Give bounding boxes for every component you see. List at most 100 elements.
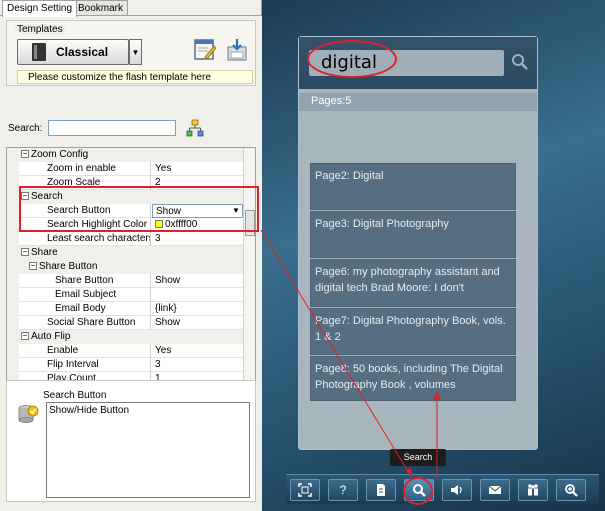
sound-button[interactable] [442, 479, 472, 501]
zoom-in-button[interactable] [556, 479, 586, 501]
property-value[interactable]: Yes [152, 162, 243, 176]
search-icon[interactable] [511, 53, 529, 71]
property-grid-scrollbar[interactable] [243, 148, 255, 388]
property-category-row[interactable]: − Share [7, 246, 243, 260]
property-value[interactable]: {link} [152, 302, 243, 316]
fit-screen-button[interactable] [290, 479, 320, 501]
property-value[interactable]: Show [152, 316, 243, 330]
search-result-3[interactable]: Page6: my photography assistant and digi… [310, 259, 516, 307]
property-search-input[interactable] [48, 120, 176, 136]
fit-icon [298, 483, 312, 497]
property-value-text: Yes [155, 345, 172, 356]
row-gutter [7, 358, 19, 372]
template-dropdown-button[interactable]: ▼ [129, 39, 142, 65]
share-button[interactable] [518, 479, 548, 501]
template-note: Please customize the flash template here [17, 70, 253, 84]
property-description-panel: Search Button Show/Hide Button [6, 380, 256, 502]
row-gutter [7, 316, 19, 330]
property-row[interactable]: Enable Yes [7, 344, 243, 358]
property-label: Flip Interval [47, 359, 99, 370]
property-value[interactable]: Show [152, 274, 243, 288]
property-label: Share Button [39, 261, 98, 272]
collapse-icon[interactable]: − [21, 248, 29, 257]
collapse-icon[interactable]: − [21, 332, 29, 341]
row-gutter [7, 162, 19, 176]
template-button[interactable]: Classical [17, 39, 129, 65]
search-button-highlight-ellipse [403, 477, 433, 505]
property-label: Share Button [55, 275, 114, 286]
row-gutter [7, 330, 19, 344]
property-name: Email Body [19, 302, 151, 316]
property-value[interactable]: Yes [152, 344, 243, 358]
highlight-rectangle [19, 186, 259, 232]
property-name: Flip Interval [19, 358, 151, 372]
property-value[interactable]: 3 [152, 232, 243, 246]
property-grid: Auto flip when start upNoPlay Count1Flip… [6, 147, 256, 389]
database-check-icon [18, 405, 39, 423]
search-result-5[interactable]: Page8: 50 books, including The Digital P… [310, 356, 516, 401]
property-row[interactable]: Email Subject [7, 288, 243, 302]
tab-bookmark[interactable]: Bookmark [73, 0, 129, 16]
property-name: − Zoom Config [19, 148, 243, 162]
property-name: − Share Button [19, 260, 243, 274]
people-icon [528, 484, 538, 496]
pages-count: Pages:5 [299, 93, 537, 111]
property-label: Share [31, 247, 58, 258]
edit-template-icon[interactable] [193, 37, 217, 61]
property-name: − Share [19, 246, 243, 260]
property-category-row[interactable]: − Zoom Config [7, 148, 243, 162]
zoom-in-icon [565, 484, 578, 497]
row-gutter [7, 232, 19, 246]
row-gutter [7, 302, 19, 316]
email-button[interactable] [480, 479, 510, 501]
property-value[interactable]: 3 [152, 358, 243, 372]
search-label: Search: [8, 123, 43, 134]
property-name: Enable [19, 344, 151, 358]
search-result-2[interactable]: Page3: Digital Photography [310, 211, 516, 258]
property-label: Zoom in enable [47, 163, 116, 174]
templates-group: Templates Classical ▼ Please customize t… [6, 20, 256, 86]
property-row[interactable]: Social Share Button Show [7, 316, 243, 330]
property-label: Email Subject [55, 289, 117, 300]
property-category-row[interactable]: − Auto Flip [7, 330, 243, 344]
settings-panel: Design Setting Bookmark Templates Classi… [0, 0, 262, 511]
property-row[interactable]: Flip Interval 3 [7, 358, 243, 372]
search-result-1[interactable]: Page2: Digital [310, 163, 516, 210]
property-value-text: {link} [155, 303, 177, 314]
search-result-4[interactable]: Page7: Digital Photography Book, vols. 1… [310, 308, 516, 355]
speaker-icon [451, 485, 462, 495]
property-row[interactable]: Zoom in enable Yes [7, 162, 243, 176]
property-row[interactable]: Email Body {link} [7, 302, 243, 316]
flipbook-preview: digital Pages:5 Page2: Digital Page3: Di… [262, 0, 605, 511]
property-value-text: 3 [155, 359, 161, 370]
property-row[interactable]: Least search characters 3 [7, 232, 243, 246]
tab-design-setting[interactable]: Design Setting [2, 0, 78, 17]
document-icon [377, 484, 385, 496]
template-name: Classical [56, 45, 109, 59]
help-button[interactable]: ? [328, 479, 358, 501]
collapse-icon[interactable]: − [29, 262, 37, 271]
row-gutter [7, 274, 19, 288]
row-gutter [7, 288, 19, 302]
property-row[interactable]: Share Button Show [7, 274, 243, 288]
property-name: Least search characters [19, 232, 151, 246]
collapse-icon[interactable]: − [21, 150, 29, 159]
save-template-icon[interactable] [225, 37, 251, 63]
property-label: Auto Flip [31, 331, 71, 342]
table-of-contents-button[interactable] [366, 479, 396, 501]
book-icon [32, 43, 46, 61]
row-gutter [7, 190, 19, 204]
property-name: Share Button [19, 274, 151, 288]
row-gutter [7, 204, 19, 218]
templates-title: Templates [15, 24, 65, 35]
expand-tree-icon[interactable] [186, 119, 204, 137]
envelope-icon [488, 485, 502, 494]
property-name: Social Share Button [19, 316, 151, 330]
property-value[interactable] [152, 288, 243, 302]
row-gutter [7, 260, 19, 274]
chevron-down-icon: ▼ [131, 47, 140, 57]
search-tooltip: Search [390, 449, 446, 466]
description-text: Show/Hide Button [46, 402, 250, 498]
property-category-row[interactable]: − Share Button [7, 260, 243, 274]
property-value-text: 3 [155, 233, 161, 244]
